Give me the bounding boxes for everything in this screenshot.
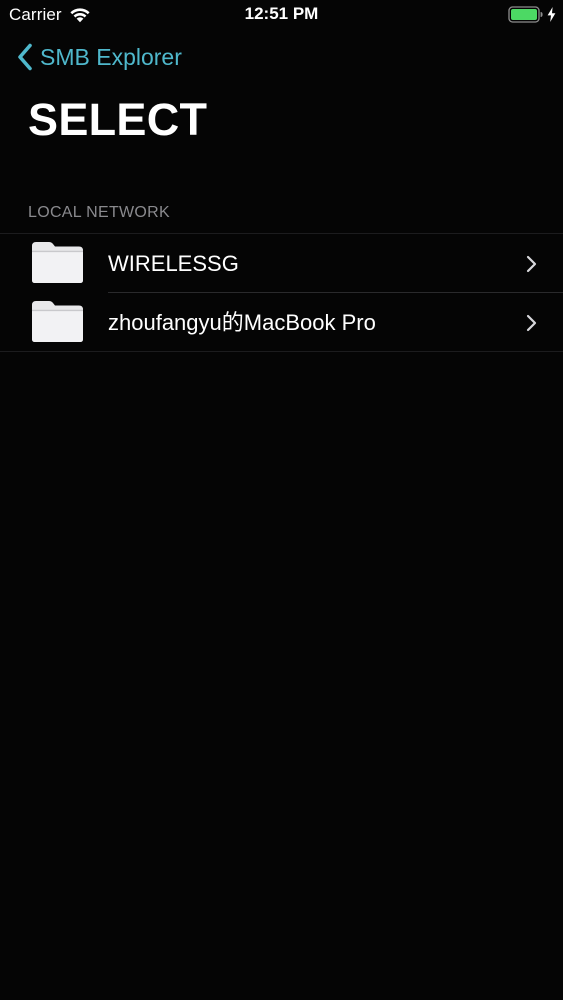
status-time: 12:51 PM (244, 4, 319, 23)
list-item-label: zhoufangyu的MacBook Pro (108, 310, 376, 335)
chevron-left-icon (18, 43, 32, 71)
back-button-label: SMB Explorer (40, 43, 182, 70)
back-button[interactable]: SMB Explorer (17, 42, 182, 72)
charging-bolt-icon (547, 7, 556, 22)
folder-icon (32, 242, 83, 283)
section-header: LOCAL NETWORK (28, 204, 170, 221)
list-item-label: WIRELESSG (108, 251, 239, 276)
row-divider (0, 351, 563, 352)
status-bar: Carrier 12:51 PM (0, 0, 563, 30)
list-item-macbook-pro[interactable]: zhoufangyu的MacBook Pro (0, 293, 563, 352)
server-list: WIRELESSG zhoufangyu的MacBook Pro (0, 233, 563, 352)
battery-icon (508, 6, 543, 23)
chevron-right-icon (526, 314, 537, 332)
battery-group (508, 6, 556, 23)
list-item-wirelessg[interactable]: WIRELESSG (0, 234, 563, 293)
page-title: SELECT (28, 94, 208, 145)
folder-icon (32, 301, 83, 342)
chevron-right-icon (526, 255, 537, 273)
